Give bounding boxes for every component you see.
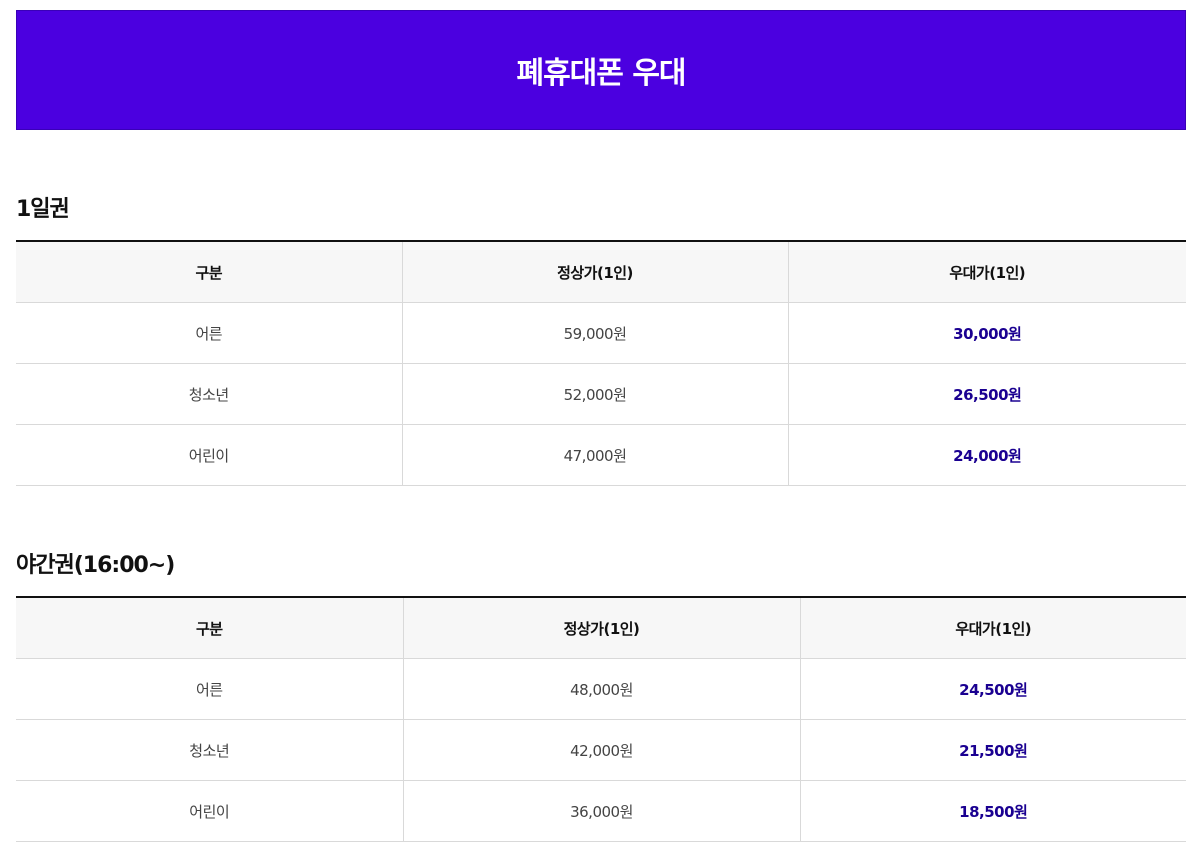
section-title-day-pass: 1일권 bbox=[16, 197, 70, 222]
regular-price-cell: 47,000원 bbox=[401, 424, 788, 486]
price-table-night-pass: 구분 정상가(1인) 우대가(1인) 어른 48,000원 24,500원 청소… bbox=[16, 596, 1186, 842]
regular-price-cell: 48,000원 bbox=[402, 658, 800, 720]
column-header-discount-price: 우대가(1인) bbox=[787, 241, 1186, 303]
category-cell: 청소년 bbox=[16, 719, 403, 781]
column-header-category: 구분 bbox=[16, 241, 402, 303]
table-row: 청소년 52,000원 26,500원 bbox=[16, 363, 1186, 425]
table-header-row: 구분 정상가(1인) 우대가(1인) bbox=[16, 241, 1186, 303]
category-cell: 어린이 bbox=[16, 424, 402, 486]
table-row: 어린이 36,000원 18,500원 bbox=[16, 780, 1186, 842]
discount-price-cell: 21,500원 bbox=[799, 719, 1186, 781]
banner-title: 폐휴대폰 우대 bbox=[516, 56, 686, 91]
category-cell: 청소년 bbox=[16, 363, 402, 425]
discount-price-cell: 30,000원 bbox=[787, 302, 1186, 364]
promo-banner: 폐휴대폰 우대 bbox=[16, 10, 1186, 130]
column-header-category: 구분 bbox=[16, 597, 403, 659]
discount-price-cell: 24,000원 bbox=[787, 424, 1186, 486]
category-cell: 어른 bbox=[16, 302, 402, 364]
discount-price-cell: 18,500원 bbox=[799, 780, 1186, 842]
regular-price-cell: 36,000원 bbox=[402, 780, 800, 842]
table-row: 청소년 42,000원 21,500원 bbox=[16, 719, 1186, 781]
regular-price-cell: 59,000원 bbox=[401, 302, 788, 364]
table-header-row: 구분 정상가(1인) 우대가(1인) bbox=[16, 597, 1186, 659]
regular-price-cell: 52,000원 bbox=[401, 363, 788, 425]
column-header-regular-price: 정상가(1인) bbox=[401, 241, 788, 303]
section-title-night-pass: 야간권(16:00~) bbox=[16, 553, 175, 578]
price-table-day-pass: 구분 정상가(1인) 우대가(1인) 어른 59,000원 30,000원 청소… bbox=[16, 240, 1186, 486]
table-row: 어른 48,000원 24,500원 bbox=[16, 658, 1186, 720]
category-cell: 어린이 bbox=[16, 780, 403, 842]
column-header-regular-price: 정상가(1인) bbox=[402, 597, 800, 659]
table-row: 어른 59,000원 30,000원 bbox=[16, 302, 1186, 364]
column-header-discount-price: 우대가(1인) bbox=[799, 597, 1186, 659]
table-row: 어린이 47,000원 24,000원 bbox=[16, 424, 1186, 486]
category-cell: 어른 bbox=[16, 658, 403, 720]
discount-price-cell: 24,500원 bbox=[799, 658, 1186, 720]
regular-price-cell: 42,000원 bbox=[402, 719, 800, 781]
discount-price-cell: 26,500원 bbox=[787, 363, 1186, 425]
